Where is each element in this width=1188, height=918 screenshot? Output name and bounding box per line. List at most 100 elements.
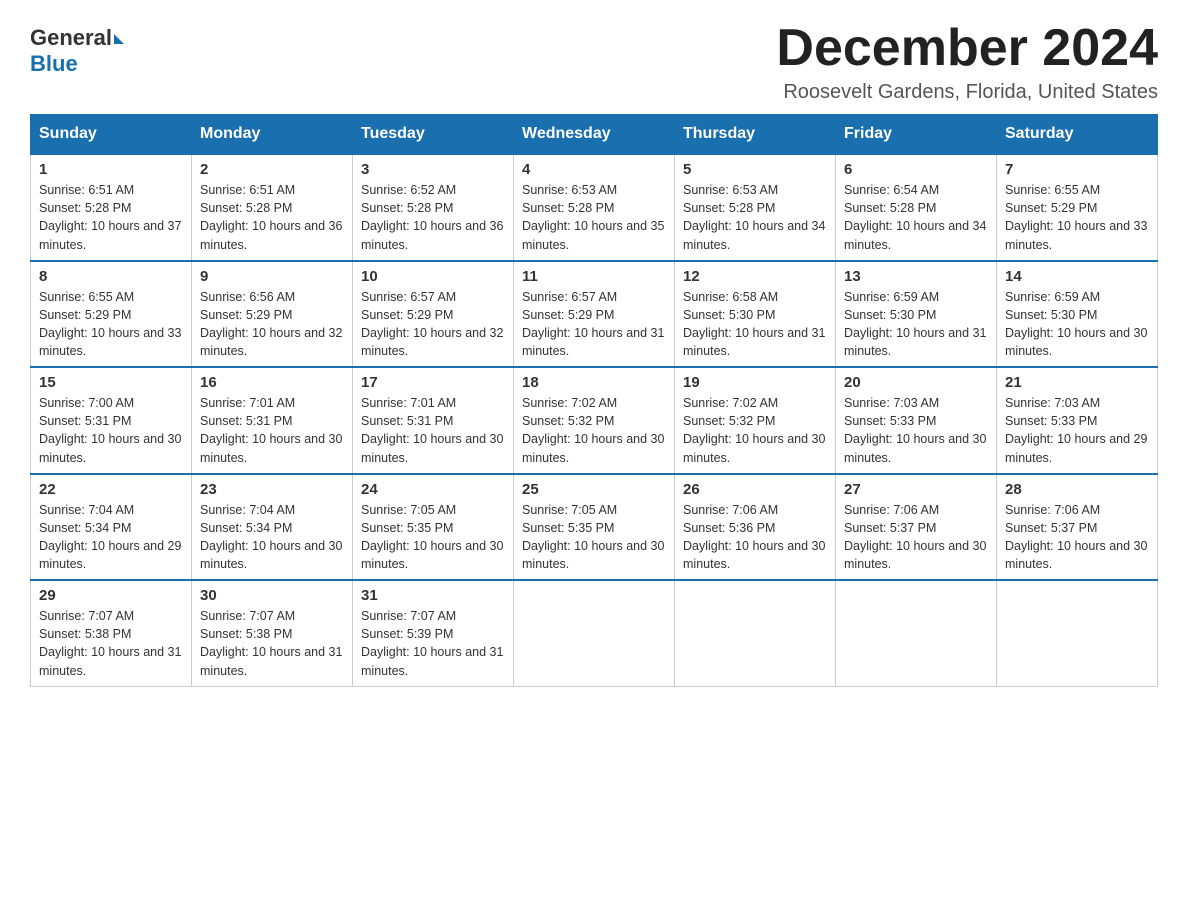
day-number: 7 [1005, 161, 1149, 178]
location-subtitle: Roosevelt Gardens, Florida, United State… [776, 81, 1158, 104]
calendar-cell: 28 Sunrise: 7:06 AM Sunset: 5:37 PM Dayl… [997, 474, 1158, 581]
day-info: Sunrise: 7:06 AM Sunset: 5:37 PM Dayligh… [1005, 501, 1149, 574]
title-section: December 2024 Roosevelt Gardens, Florida… [776, 20, 1158, 104]
calendar-cell: 5 Sunrise: 6:53 AM Sunset: 5:28 PM Dayli… [675, 154, 836, 261]
calendar-cell: 23 Sunrise: 7:04 AM Sunset: 5:34 PM Dayl… [192, 474, 353, 581]
day-info: Sunrise: 6:59 AM Sunset: 5:30 PM Dayligh… [1005, 288, 1149, 361]
day-number: 8 [39, 268, 183, 285]
calendar-cell: 7 Sunrise: 6:55 AM Sunset: 5:29 PM Dayli… [997, 154, 1158, 261]
weekday-header-saturday: Saturday [997, 115, 1158, 155]
day-number: 16 [200, 374, 344, 391]
day-info: Sunrise: 7:05 AM Sunset: 5:35 PM Dayligh… [522, 501, 666, 574]
calendar-cell: 6 Sunrise: 6:54 AM Sunset: 5:28 PM Dayli… [836, 154, 997, 261]
day-number: 10 [361, 268, 505, 285]
day-info: Sunrise: 7:07 AM Sunset: 5:39 PM Dayligh… [361, 607, 505, 680]
day-info: Sunrise: 7:03 AM Sunset: 5:33 PM Dayligh… [844, 394, 988, 467]
day-number: 23 [200, 481, 344, 498]
calendar-cell: 9 Sunrise: 6:56 AM Sunset: 5:29 PM Dayli… [192, 261, 353, 368]
day-info: Sunrise: 6:58 AM Sunset: 5:30 PM Dayligh… [683, 288, 827, 361]
calendar-cell: 21 Sunrise: 7:03 AM Sunset: 5:33 PM Dayl… [997, 367, 1158, 474]
logo-blue-text: Blue [30, 51, 78, 77]
weekday-header-tuesday: Tuesday [353, 115, 514, 155]
calendar-cell [997, 580, 1158, 686]
weekday-header-friday: Friday [836, 115, 997, 155]
calendar-cell: 14 Sunrise: 6:59 AM Sunset: 5:30 PM Dayl… [997, 261, 1158, 368]
day-number: 3 [361, 161, 505, 178]
logo: General Blue [30, 20, 124, 77]
day-info: Sunrise: 6:51 AM Sunset: 5:28 PM Dayligh… [200, 181, 344, 254]
calendar-cell: 20 Sunrise: 7:03 AM Sunset: 5:33 PM Dayl… [836, 367, 997, 474]
calendar-cell: 19 Sunrise: 7:02 AM Sunset: 5:32 PM Dayl… [675, 367, 836, 474]
weekday-header-sunday: Sunday [31, 115, 192, 155]
day-info: Sunrise: 7:01 AM Sunset: 5:31 PM Dayligh… [200, 394, 344, 467]
day-number: 26 [683, 481, 827, 498]
day-number: 29 [39, 587, 183, 604]
day-number: 11 [522, 268, 666, 285]
day-number: 20 [844, 374, 988, 391]
calendar-cell: 4 Sunrise: 6:53 AM Sunset: 5:28 PM Dayli… [514, 154, 675, 261]
day-info: Sunrise: 6:57 AM Sunset: 5:29 PM Dayligh… [361, 288, 505, 361]
day-info: Sunrise: 7:06 AM Sunset: 5:36 PM Dayligh… [683, 501, 827, 574]
logo-general-text: General [30, 25, 112, 51]
day-number: 4 [522, 161, 666, 178]
calendar-cell: 2 Sunrise: 6:51 AM Sunset: 5:28 PM Dayli… [192, 154, 353, 261]
day-info: Sunrise: 7:04 AM Sunset: 5:34 PM Dayligh… [200, 501, 344, 574]
day-info: Sunrise: 6:53 AM Sunset: 5:28 PM Dayligh… [683, 181, 827, 254]
day-info: Sunrise: 7:07 AM Sunset: 5:38 PM Dayligh… [39, 607, 183, 680]
calendar-cell: 25 Sunrise: 7:05 AM Sunset: 5:35 PM Dayl… [514, 474, 675, 581]
day-number: 18 [522, 374, 666, 391]
day-info: Sunrise: 6:51 AM Sunset: 5:28 PM Dayligh… [39, 181, 183, 254]
calendar-cell: 13 Sunrise: 6:59 AM Sunset: 5:30 PM Dayl… [836, 261, 997, 368]
day-info: Sunrise: 7:02 AM Sunset: 5:32 PM Dayligh… [522, 394, 666, 467]
calendar-table: SundayMondayTuesdayWednesdayThursdayFrid… [30, 114, 1158, 687]
day-info: Sunrise: 7:00 AM Sunset: 5:31 PM Dayligh… [39, 394, 183, 467]
calendar-cell: 24 Sunrise: 7:05 AM Sunset: 5:35 PM Dayl… [353, 474, 514, 581]
day-number: 17 [361, 374, 505, 391]
day-info: Sunrise: 7:03 AM Sunset: 5:33 PM Dayligh… [1005, 394, 1149, 467]
calendar-cell: 3 Sunrise: 6:52 AM Sunset: 5:28 PM Dayli… [353, 154, 514, 261]
calendar-cell: 31 Sunrise: 7:07 AM Sunset: 5:39 PM Dayl… [353, 580, 514, 686]
calendar-cell: 16 Sunrise: 7:01 AM Sunset: 5:31 PM Dayl… [192, 367, 353, 474]
calendar-week-row-2: 8 Sunrise: 6:55 AM Sunset: 5:29 PM Dayli… [31, 261, 1158, 368]
calendar-cell: 12 Sunrise: 6:58 AM Sunset: 5:30 PM Dayl… [675, 261, 836, 368]
logo-triangle-icon [114, 34, 124, 44]
month-title: December 2024 [776, 20, 1158, 77]
calendar-cell: 8 Sunrise: 6:55 AM Sunset: 5:29 PM Dayli… [31, 261, 192, 368]
day-number: 6 [844, 161, 988, 178]
weekday-header-wednesday: Wednesday [514, 115, 675, 155]
calendar-cell [836, 580, 997, 686]
day-number: 12 [683, 268, 827, 285]
calendar-cell: 11 Sunrise: 6:57 AM Sunset: 5:29 PM Dayl… [514, 261, 675, 368]
weekday-header-monday: Monday [192, 115, 353, 155]
calendar-cell [514, 580, 675, 686]
calendar-week-row-5: 29 Sunrise: 7:07 AM Sunset: 5:38 PM Dayl… [31, 580, 1158, 686]
day-number: 27 [844, 481, 988, 498]
day-info: Sunrise: 7:05 AM Sunset: 5:35 PM Dayligh… [361, 501, 505, 574]
day-number: 30 [200, 587, 344, 604]
day-info: Sunrise: 6:59 AM Sunset: 5:30 PM Dayligh… [844, 288, 988, 361]
calendar-cell: 30 Sunrise: 7:07 AM Sunset: 5:38 PM Dayl… [192, 580, 353, 686]
calendar-cell [675, 580, 836, 686]
page-header: General Blue December 2024 Roosevelt Gar… [30, 20, 1158, 104]
calendar-cell: 1 Sunrise: 6:51 AM Sunset: 5:28 PM Dayli… [31, 154, 192, 261]
day-number: 21 [1005, 374, 1149, 391]
day-info: Sunrise: 6:57 AM Sunset: 5:29 PM Dayligh… [522, 288, 666, 361]
day-info: Sunrise: 6:54 AM Sunset: 5:28 PM Dayligh… [844, 181, 988, 254]
day-number: 2 [200, 161, 344, 178]
day-number: 13 [844, 268, 988, 285]
calendar-week-row-4: 22 Sunrise: 7:04 AM Sunset: 5:34 PM Dayl… [31, 474, 1158, 581]
day-number: 31 [361, 587, 505, 604]
calendar-cell: 10 Sunrise: 6:57 AM Sunset: 5:29 PM Dayl… [353, 261, 514, 368]
day-info: Sunrise: 6:52 AM Sunset: 5:28 PM Dayligh… [361, 181, 505, 254]
day-info: Sunrise: 6:55 AM Sunset: 5:29 PM Dayligh… [1005, 181, 1149, 254]
calendar-cell: 27 Sunrise: 7:06 AM Sunset: 5:37 PM Dayl… [836, 474, 997, 581]
day-info: Sunrise: 6:56 AM Sunset: 5:29 PM Dayligh… [200, 288, 344, 361]
calendar-cell: 29 Sunrise: 7:07 AM Sunset: 5:38 PM Dayl… [31, 580, 192, 686]
day-info: Sunrise: 7:07 AM Sunset: 5:38 PM Dayligh… [200, 607, 344, 680]
day-info: Sunrise: 6:55 AM Sunset: 5:29 PM Dayligh… [39, 288, 183, 361]
day-number: 24 [361, 481, 505, 498]
day-info: Sunrise: 7:06 AM Sunset: 5:37 PM Dayligh… [844, 501, 988, 574]
calendar-week-row-3: 15 Sunrise: 7:00 AM Sunset: 5:31 PM Dayl… [31, 367, 1158, 474]
day-info: Sunrise: 7:01 AM Sunset: 5:31 PM Dayligh… [361, 394, 505, 467]
day-number: 15 [39, 374, 183, 391]
